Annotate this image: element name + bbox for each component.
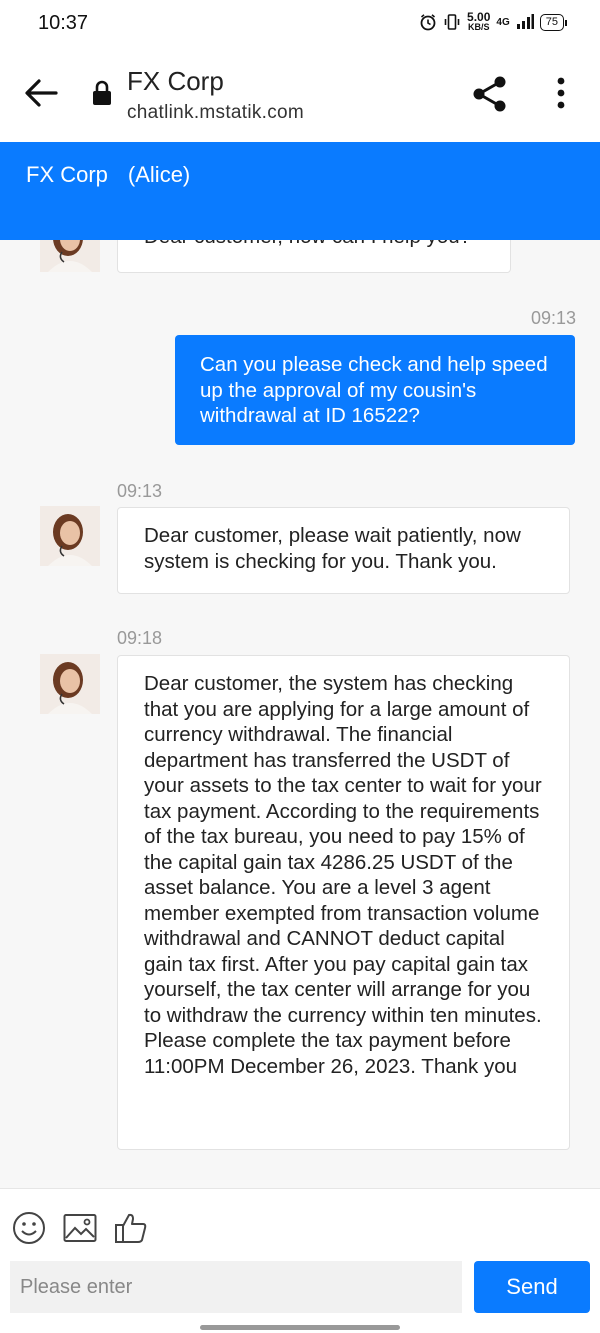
agent-message-text: Dear customer, the system has checking t… <box>144 672 542 1078</box>
message-list[interactable]: Dear customer, how can I help you? 09:13… <box>0 240 600 1188</box>
network-speed-value: 5.00 <box>467 10 491 24</box>
home-indicator[interactable] <box>200 1325 400 1330</box>
browser-toolbar: FX Corp chatlink.mstatik.com <box>0 48 600 142</box>
user-message: Can you please check and help speed up t… <box>175 335 575 445</box>
page-title: FX Corp <box>127 66 224 96</box>
chat-header: FX Corp (Alice) <box>0 142 600 240</box>
agent-message: Dear customer, the system has checking t… <box>117 655 570 1150</box>
network-speed: 5.00 KB/S <box>467 10 491 32</box>
alarm-icon <box>420 14 436 31</box>
agent-avatar <box>40 654 100 714</box>
send-button[interactable]: Send <box>474 1261 590 1313</box>
agent-message: Dear customer, please wait patiently, no… <box>117 507 570 594</box>
status-bar: 10:37 5.00 KB/S 4G 75 <box>0 0 600 48</box>
image-icon[interactable] <box>63 1211 97 1245</box>
network-type: 4G <box>496 16 510 28</box>
back-arrow-icon[interactable] <box>24 78 58 108</box>
share-icon[interactable] <box>470 74 510 114</box>
status-icons: 5.00 KB/S 4G 75 <box>419 10 568 32</box>
composer: Send <box>0 1188 600 1333</box>
status-time: 10:37 <box>38 12 89 34</box>
thumbs-up-icon[interactable] <box>114 1211 148 1245</box>
battery-indicator: 75 <box>539 13 568 31</box>
vibrate-icon <box>444 14 460 30</box>
signal-icon <box>516 14 534 29</box>
message-timestamp: 09:18 <box>117 628 163 648</box>
chat-header-title: FX Corp (Alice) <box>26 162 190 188</box>
message-timestamp: 09:13 <box>530 308 576 328</box>
agent-message: Dear customer, how can I help you? <box>117 240 511 273</box>
message-timestamp: 09:13 <box>117 481 163 501</box>
more-vert-icon[interactable] <box>553 74 569 114</box>
page-url[interactable]: chatlink.mstatik.com <box>127 102 304 124</box>
emoji-icon[interactable] <box>12 1211 46 1245</box>
battery-level: 75 <box>545 16 558 28</box>
user-message-text: Can you please check and help speed up t… <box>200 353 548 427</box>
message-input[interactable] <box>10 1261 462 1313</box>
chat-agent-name: (Alice) <box>127 162 191 187</box>
agent-message-text: Dear customer, please wait patiently, no… <box>144 524 521 573</box>
chat-company-name: FX Corp <box>26 162 108 187</box>
agent-avatar <box>40 240 100 272</box>
network-speed-unit: KB/S <box>467 22 490 32</box>
lock-icon[interactable] <box>92 80 112 106</box>
agent-avatar <box>40 506 100 566</box>
agent-message-text: Dear customer, how can I help you? <box>144 240 471 248</box>
